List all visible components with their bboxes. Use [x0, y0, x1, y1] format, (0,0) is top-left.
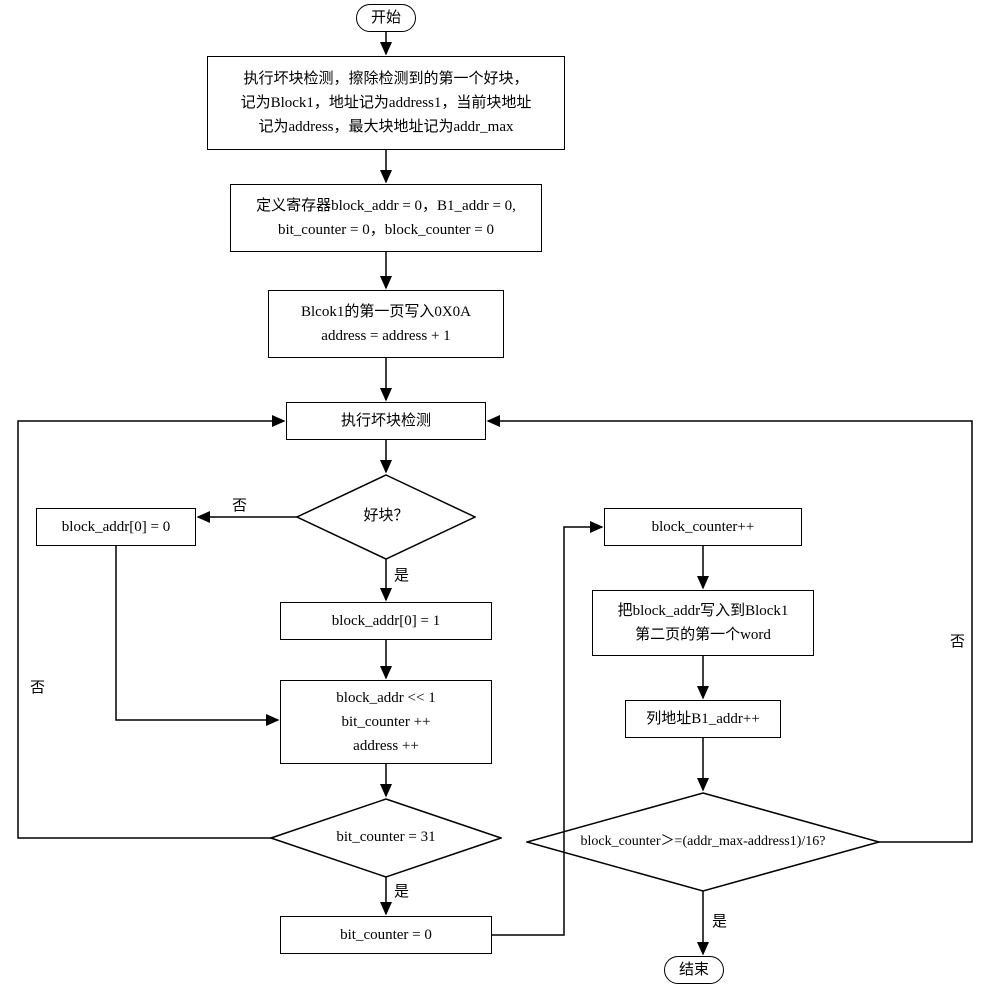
col-addr-process: 列地址B1_addr++ — [625, 700, 781, 738]
write-line1: 把block_addr写入到Block1 — [618, 599, 789, 623]
col-addr-label: 列地址B1_addr++ — [646, 707, 760, 731]
step3-line2: address = address + 1 — [321, 324, 450, 348]
step4-process: 执行坏块检测 — [286, 402, 486, 440]
yes-set-process: block_addr[0] = 1 — [280, 602, 492, 640]
end-terminator: 结束 — [664, 956, 724, 984]
no-set-label: block_addr[0] = 0 — [62, 515, 170, 539]
reset-label: bit_counter = 0 — [340, 923, 432, 947]
step1-line1: 执行坏块检测，擦除检测到的第一个好块， — [243, 67, 528, 91]
decision1-label: 好块？ — [363, 507, 408, 527]
step1-process: 执行坏块检测，擦除检测到的第一个好块， 记为Block1，地址记为address… — [207, 56, 565, 150]
inc-counter-label: block_counter++ — [652, 515, 755, 539]
d3-yes-label: 是 — [712, 910, 727, 931]
shift-line3: address ++ — [353, 734, 419, 758]
step1-line2: 记为Block1，地址记为address1，当前块地址 — [241, 91, 532, 115]
step1-line3: 记为address，最大块地址记为addr_max — [259, 115, 514, 139]
decision3-label: block_counter＞=(addr_max-address1)/16? — [580, 833, 825, 851]
step2-line1: 定义寄存器block_addr = 0，B1_addr = 0, — [256, 194, 516, 218]
step2-line2: bit_counter = 0，block_counter = 0 — [278, 218, 494, 242]
decision2-diamond: bit_counter = 31 — [270, 798, 502, 878]
write-line2: 第二页的第一个word — [635, 623, 771, 647]
d2-no-label: 否 — [30, 676, 45, 697]
step3-process: Blcok1的第一页写入0X0A address = address + 1 — [268, 290, 504, 358]
yes-set-label: block_addr[0] = 1 — [332, 609, 440, 633]
step3-line1: Blcok1的第一页写入0X0A — [301, 300, 471, 324]
no-set-process: block_addr[0] = 0 — [36, 508, 196, 546]
shift-line2: bit_counter ++ — [342, 710, 431, 734]
decision3-diamond: block_counter＞=(addr_max-address1)/16? — [526, 792, 880, 892]
step2-process: 定义寄存器block_addr = 0，B1_addr = 0, bit_cou… — [230, 184, 542, 252]
write-process: 把block_addr写入到Block1 第二页的第一个word — [592, 590, 814, 656]
reset-process: bit_counter = 0 — [280, 916, 492, 954]
d3-no-label: 否 — [950, 630, 965, 651]
start-label: 开始 — [371, 6, 401, 30]
shift-line1: block_addr << 1 — [336, 686, 435, 710]
decision2-label: bit_counter = 31 — [336, 828, 435, 848]
d2-yes-label: 是 — [394, 880, 409, 901]
shift-process: block_addr << 1 bit_counter ++ address +… — [280, 680, 492, 764]
step4-label: 执行坏块检测 — [341, 409, 431, 433]
d1-yes-label: 是 — [394, 564, 409, 585]
inc-counter-process: block_counter++ — [604, 508, 802, 546]
start-terminator: 开始 — [356, 4, 416, 32]
d1-no-label: 否 — [232, 494, 247, 515]
end-label: 结束 — [679, 958, 709, 982]
decision1-diamond: 好块？ — [296, 474, 476, 560]
